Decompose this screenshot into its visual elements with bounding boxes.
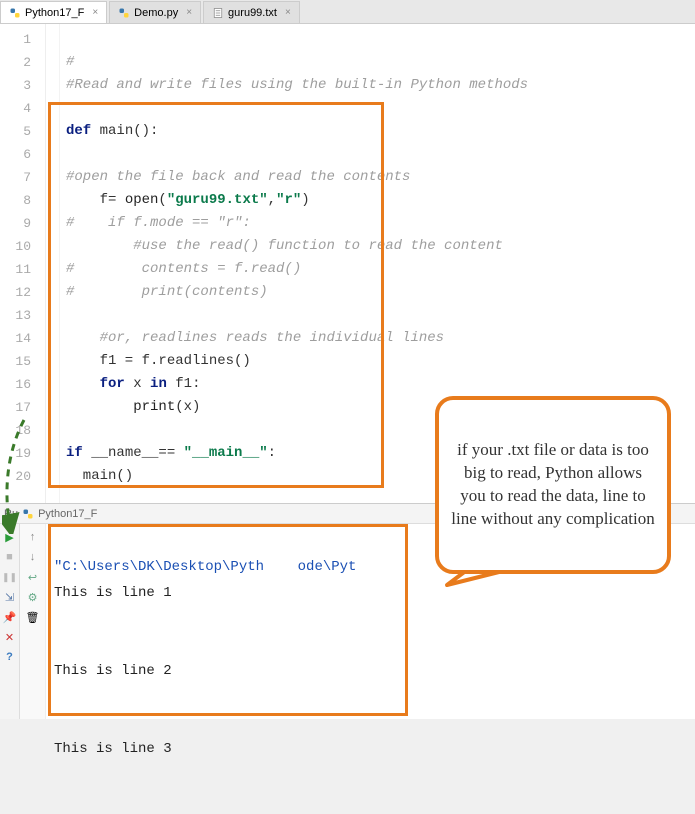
stop-icon[interactable]: ■ (3, 550, 17, 564)
annotation-callout: if your .txt file or data is too big to … (435, 396, 671, 574)
fold-column (46, 24, 60, 503)
tab-label: Demo.py (134, 7, 178, 19)
console-path: "C:\Users\DK\Desktop\Pyth ode\Pyt (54, 559, 356, 575)
tab-demo[interactable]: Demo.py × (109, 1, 201, 23)
run-toolbar-inner: ↑ ↓ ↩ ⚙ 🗑 (20, 524, 46, 719)
trash-icon[interactable]: 🗑 (26, 610, 40, 624)
up-icon[interactable]: ↑ (26, 530, 40, 544)
run-toolbar-left: ▶ ■ ❚❚ ⇲ 📌 ✕ ? (0, 524, 20, 719)
console-line: This is line 1 (54, 585, 172, 601)
console-line: This is line 2 (54, 663, 172, 679)
pause-icon[interactable]: ❚❚ (3, 570, 17, 584)
text-file-icon (212, 7, 224, 19)
run-label: Ru (4, 508, 18, 520)
wrap-icon[interactable]: ↩ (26, 570, 40, 584)
close-icon[interactable]: × (92, 7, 98, 18)
editor-tabs: Python17_F × Demo.py × guru99.txt × (0, 0, 695, 24)
python-icon (118, 7, 130, 19)
tab-label: Python17_F (25, 7, 84, 19)
close-icon[interactable]: ✕ (3, 630, 17, 644)
close-icon[interactable]: × (186, 7, 192, 18)
tab-label: guru99.txt (228, 7, 277, 19)
callout-text: if your .txt file or data is too big to … (451, 439, 655, 531)
pin-icon[interactable]: 📌 (3, 610, 17, 624)
down-icon[interactable]: ↓ (26, 550, 40, 564)
highlight-box-console (48, 524, 408, 716)
close-icon[interactable]: × (285, 7, 291, 18)
help-icon[interactable]: ? (3, 650, 17, 664)
settings-icon[interactable]: ⚙ (26, 590, 40, 604)
line-gutter: 12345 678910 1112131415 1617181920 (0, 24, 46, 503)
tab-guru99[interactable]: guru99.txt × (203, 1, 300, 23)
play-icon[interactable]: ▶ (3, 530, 17, 544)
console-line: This is line 3 (54, 741, 172, 757)
python-icon (22, 508, 34, 520)
tab-python17[interactable]: Python17_F × (0, 1, 107, 23)
export-icon[interactable]: ⇲ (3, 590, 17, 604)
python-icon (9, 7, 21, 19)
